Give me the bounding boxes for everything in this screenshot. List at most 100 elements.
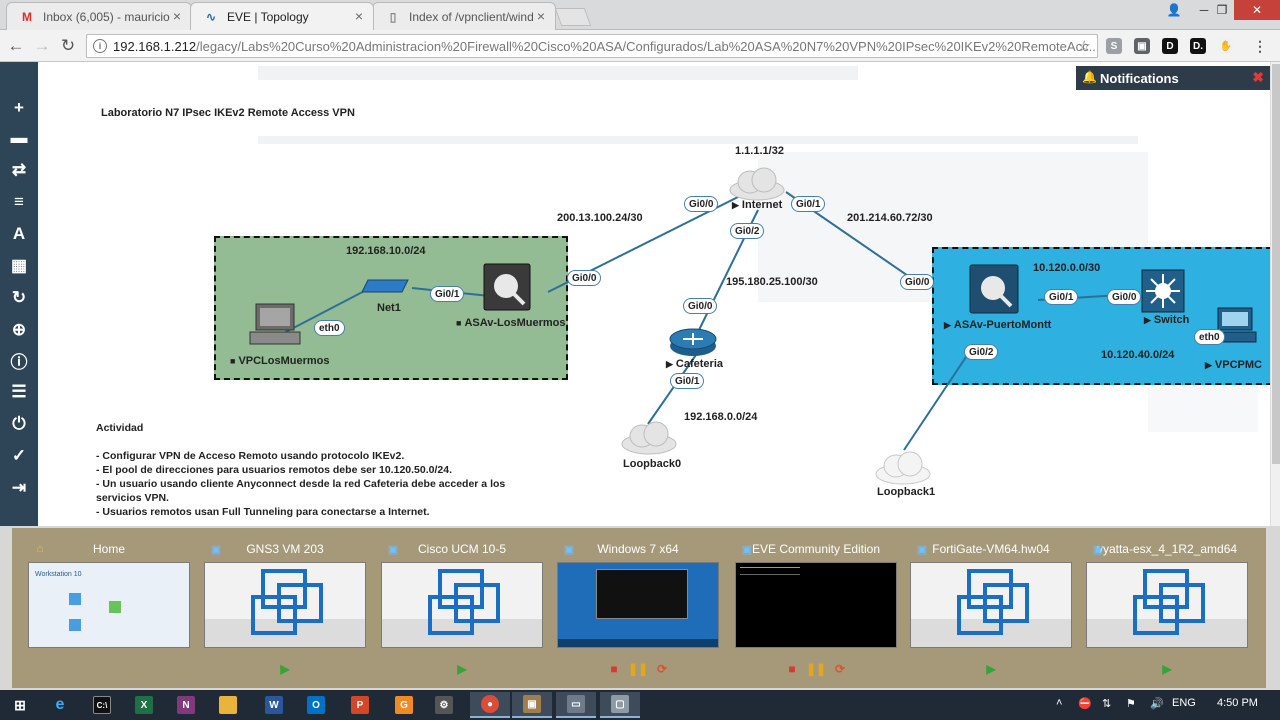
- taskbar-onenote[interactable]: N: [166, 692, 206, 718]
- iface-cafeteria-gi00[interactable]: Gi0/0: [683, 298, 718, 314]
- vm-tile[interactable]: ▣ GNS3 VM 203 ▶: [204, 540, 366, 680]
- forward-icon[interactable]: →: [30, 34, 54, 58]
- bookmark-star-icon[interactable]: ☆: [1078, 37, 1091, 55]
- play-icon[interactable]: ▶: [982, 660, 1000, 678]
- vm-thumbnail[interactable]: [910, 562, 1072, 648]
- vm-thumbnail[interactable]: [735, 562, 897, 648]
- user-icon[interactable]: 👤: [1160, 0, 1188, 20]
- cast-extension-icon[interactable]: ▣: [1134, 38, 1150, 54]
- restart-icon[interactable]: ⟳: [831, 660, 849, 678]
- close-icon[interactable]: ×: [355, 8, 363, 24]
- vm-thumbnail[interactable]: [204, 562, 366, 648]
- refresh-icon[interactable]: ↻: [0, 286, 38, 310]
- zoom-icon[interactable]: ⊕: [0, 318, 38, 342]
- iface-switch-gi00[interactable]: Gi0/0: [1107, 289, 1142, 305]
- pause-icon[interactable]: ❚❚: [628, 660, 648, 678]
- internet-node[interactable]: [728, 166, 786, 202]
- address-bar[interactable]: i 192.168.1.212/legacy/Labs%20Curso%20Ad…: [86, 34, 1098, 58]
- add-icon[interactable]: +: [0, 96, 38, 120]
- taskbar-powerpoint[interactable]: P: [340, 692, 380, 718]
- iface-vpcpmc-eth0[interactable]: eth0: [1194, 329, 1225, 345]
- vm-tile[interactable]: ⌂ Home Workstation 10: [28, 540, 190, 680]
- taskbar-gns3[interactable]: G: [384, 692, 424, 718]
- iface-internet-gi02[interactable]: Gi0/2: [730, 223, 765, 239]
- tray-language[interactable]: ENG: [1172, 697, 1196, 709]
- vm-tile[interactable]: ▣ EVE Community Edition ■ ❚❚ ⟳: [735, 540, 897, 680]
- menu-icon[interactable]: ⋮: [1252, 38, 1268, 54]
- back-icon[interactable]: ←: [4, 34, 28, 58]
- close-icon[interactable]: ×: [537, 8, 545, 24]
- taskbar-word[interactable]: W: [254, 692, 294, 718]
- iface-asa-pm-gi01[interactable]: Gi0/1: [1044, 289, 1079, 305]
- play-icon[interactable]: ▶: [453, 660, 471, 678]
- vm-tile[interactable]: ▣ Windows 7 x64 ■ ❚❚ ⟳: [557, 540, 719, 680]
- tray-volume-icon[interactable]: 🔊: [1150, 697, 1164, 710]
- new-tab-button[interactable]: [554, 8, 592, 26]
- vpc-losmuermos-node[interactable]: [248, 302, 302, 348]
- iface-asa-pm-gi02[interactable]: Gi0/2: [964, 344, 999, 360]
- list-icon[interactable]: ≡: [0, 190, 38, 214]
- vm-thumbnail[interactable]: [1086, 562, 1248, 648]
- vm-title[interactable]: ▣ Cisco UCM 10-5: [381, 542, 543, 558]
- window-close-icon[interactable]: ✕: [1234, 0, 1280, 20]
- loopback0-node[interactable]: [620, 420, 678, 456]
- skype-extension-icon[interactable]: S: [1106, 38, 1122, 54]
- reload-icon[interactable]: ↻: [56, 34, 80, 58]
- iface-cafeteria-gi01[interactable]: Gi0/1: [670, 373, 705, 389]
- close-icon[interactable]: ×: [173, 8, 181, 24]
- iface-asa-lm-gi01[interactable]: Gi0/1: [430, 286, 465, 302]
- play-icon[interactable]: ▶: [1158, 660, 1176, 678]
- vm-title[interactable]: ▣ GNS3 VM 203: [204, 542, 366, 558]
- stop-icon[interactable]: ■: [605, 660, 623, 678]
- iface-internet-gi00[interactable]: Gi0/0: [684, 196, 719, 212]
- check-icon[interactable]: ✓: [0, 444, 38, 468]
- notifications-panel[interactable]: 🔔 Notifications ✖: [1076, 66, 1270, 90]
- asav-losmuermos-node[interactable]: [482, 262, 532, 312]
- logout-icon[interactable]: ⇥: [0, 476, 38, 500]
- iface-internet-gi01[interactable]: Gi0/1: [791, 196, 826, 212]
- canvas-scrollbar[interactable]: [1270, 62, 1280, 526]
- vm-thumbnail[interactable]: Workstation 10: [28, 562, 190, 648]
- taskbar-chrome[interactable]: ●: [470, 692, 510, 718]
- power-icon[interactable]: ⏻: [0, 412, 38, 436]
- close-icon[interactable]: ✖: [1252, 69, 1264, 86]
- tab-eve-topology[interactable]: ∿ EVE | Topology ×: [190, 2, 374, 30]
- notes-icon[interactable]: ☰: [0, 380, 38, 404]
- info-icon[interactable]: i: [93, 39, 107, 53]
- iface-vpc-lm-eth0[interactable]: eth0: [314, 320, 345, 336]
- tray-clock[interactable]: 4:50 PM: [1217, 697, 1258, 709]
- iface-asa-pm-gi00[interactable]: Gi0/0: [900, 274, 935, 290]
- taskbar-ie[interactable]: e: [40, 692, 80, 718]
- stop-icon[interactable]: ■: [783, 660, 801, 678]
- vm-thumbnail[interactable]: [381, 562, 543, 648]
- loopback1-node[interactable]: [874, 450, 932, 486]
- vm-tile[interactable]: ▣ Cisco UCM 10-5 ▶: [381, 540, 543, 680]
- asav-puertomontt-node[interactable]: [968, 263, 1020, 315]
- start-button[interactable]: ⊞: [0, 692, 40, 718]
- vm-title[interactable]: ▣ EVE Community Edition: [735, 542, 897, 558]
- tab-gmail[interactable]: M Inbox (6,005) - mauricio ×: [6, 2, 192, 30]
- d-extension-icon[interactable]: D: [1162, 38, 1178, 54]
- pause-icon[interactable]: ❚❚: [806, 660, 826, 678]
- vm-tile[interactable]: ▣ FortiGate-VM64.hw04 ▶: [910, 540, 1072, 680]
- taskbar-vmware[interactable]: ▣: [512, 692, 552, 718]
- tray-expand-icon[interactable]: ˄: [1056, 697, 1062, 709]
- tray-flag-icon[interactable]: ⚑: [1126, 697, 1136, 710]
- vm-title[interactable]: ▣ FortiGate-VM64.hw04: [910, 542, 1072, 558]
- restart-icon[interactable]: ⟳: [653, 660, 671, 678]
- cafeteria-node[interactable]: [668, 326, 718, 358]
- tab-vpnclient-index[interactable]: ▯ Index of /vpnclient/wind ×: [372, 2, 556, 30]
- vm-thumbnail[interactable]: [557, 562, 719, 648]
- vm-title[interactable]: ▣ Windows 7 x64: [557, 542, 719, 558]
- taskbar-cmd[interactable]: C:\: [82, 692, 122, 718]
- text-icon[interactable]: A: [0, 222, 38, 246]
- iface-asa-lm-gi00[interactable]: Gi0/0: [567, 270, 602, 286]
- connections-icon[interactable]: ⇄: [0, 158, 38, 182]
- net1-node[interactable]: [361, 276, 412, 298]
- topology-canvas[interactable]: Laboratorio N7 IPsec IKEv2 Remote Access…: [38, 62, 1270, 526]
- taskbar-window[interactable]: ▢: [600, 692, 640, 718]
- node-stack-icon[interactable]: ▬: [0, 126, 38, 150]
- restore-icon[interactable]: ❐: [1208, 0, 1236, 20]
- taskbar-remote[interactable]: ▭: [556, 692, 596, 718]
- tray-security-icon[interactable]: ⛔: [1078, 697, 1092, 710]
